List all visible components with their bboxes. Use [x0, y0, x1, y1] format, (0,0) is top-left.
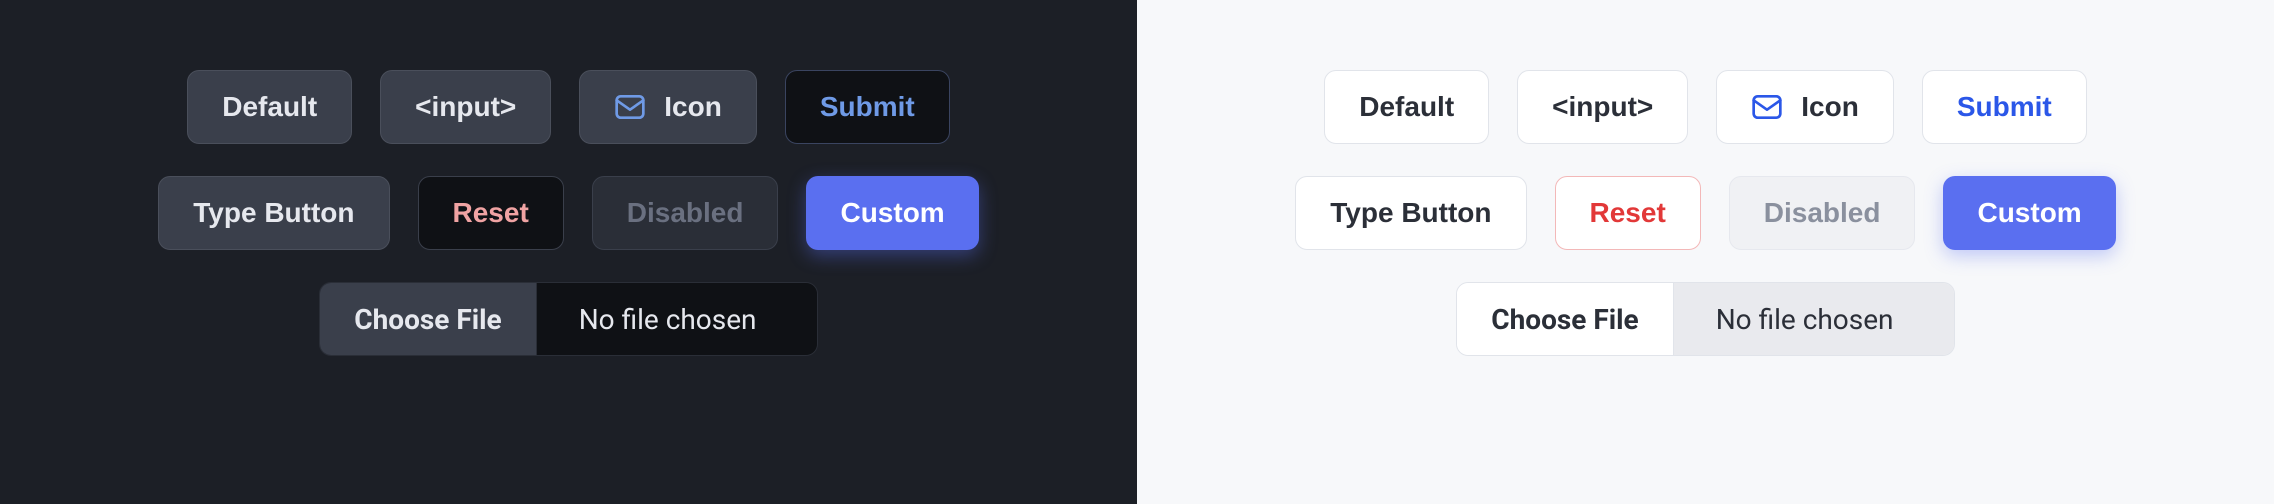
file-input[interactable]: Choose File No file chosen — [1456, 282, 1954, 356]
envelope-icon — [614, 91, 646, 123]
icon-button[interactable]: Icon — [579, 70, 757, 144]
type-button[interactable]: Type Button — [158, 176, 389, 250]
default-button[interactable]: Default — [1324, 70, 1489, 144]
choose-file-button[interactable]: Choose File — [1457, 283, 1673, 355]
file-status-text: No file chosen — [1674, 283, 1954, 355]
light-theme-panel: Default <input> Icon Submit Type Button … — [1137, 0, 2274, 504]
button-row-2: Type Button Reset Disabled Custom — [1295, 176, 2115, 250]
file-status-text: No file chosen — [537, 283, 817, 355]
button-row-1: Default <input> Icon Submit — [187, 70, 949, 144]
file-row: Choose File No file chosen — [1456, 282, 1954, 356]
file-input[interactable]: Choose File No file chosen — [319, 282, 817, 356]
default-button[interactable]: Default — [187, 70, 352, 144]
type-button[interactable]: Type Button — [1295, 176, 1526, 250]
input-button[interactable]: <input> — [1517, 70, 1688, 144]
input-button[interactable]: <input> — [380, 70, 551, 144]
icon-button-label: Icon — [1801, 91, 1859, 123]
button-row-1: Default <input> Icon Submit — [1324, 70, 2086, 144]
dark-theme-panel: Default <input> Icon Submit Type Button … — [0, 0, 1137, 504]
custom-button[interactable]: Custom — [1943, 176, 2115, 250]
custom-button[interactable]: Custom — [806, 176, 978, 250]
file-row: Choose File No file chosen — [319, 282, 817, 356]
button-row-2: Type Button Reset Disabled Custom — [158, 176, 978, 250]
reset-button[interactable]: Reset — [1555, 176, 1701, 250]
icon-button[interactable]: Icon — [1716, 70, 1894, 144]
disabled-button: Disabled — [1729, 176, 1916, 250]
icon-button-label: Icon — [664, 91, 722, 123]
disabled-button: Disabled — [592, 176, 779, 250]
submit-button[interactable]: Submit — [1922, 70, 2087, 144]
envelope-icon — [1751, 91, 1783, 123]
submit-button[interactable]: Submit — [785, 70, 950, 144]
choose-file-button[interactable]: Choose File — [320, 283, 536, 355]
reset-button[interactable]: Reset — [418, 176, 564, 250]
